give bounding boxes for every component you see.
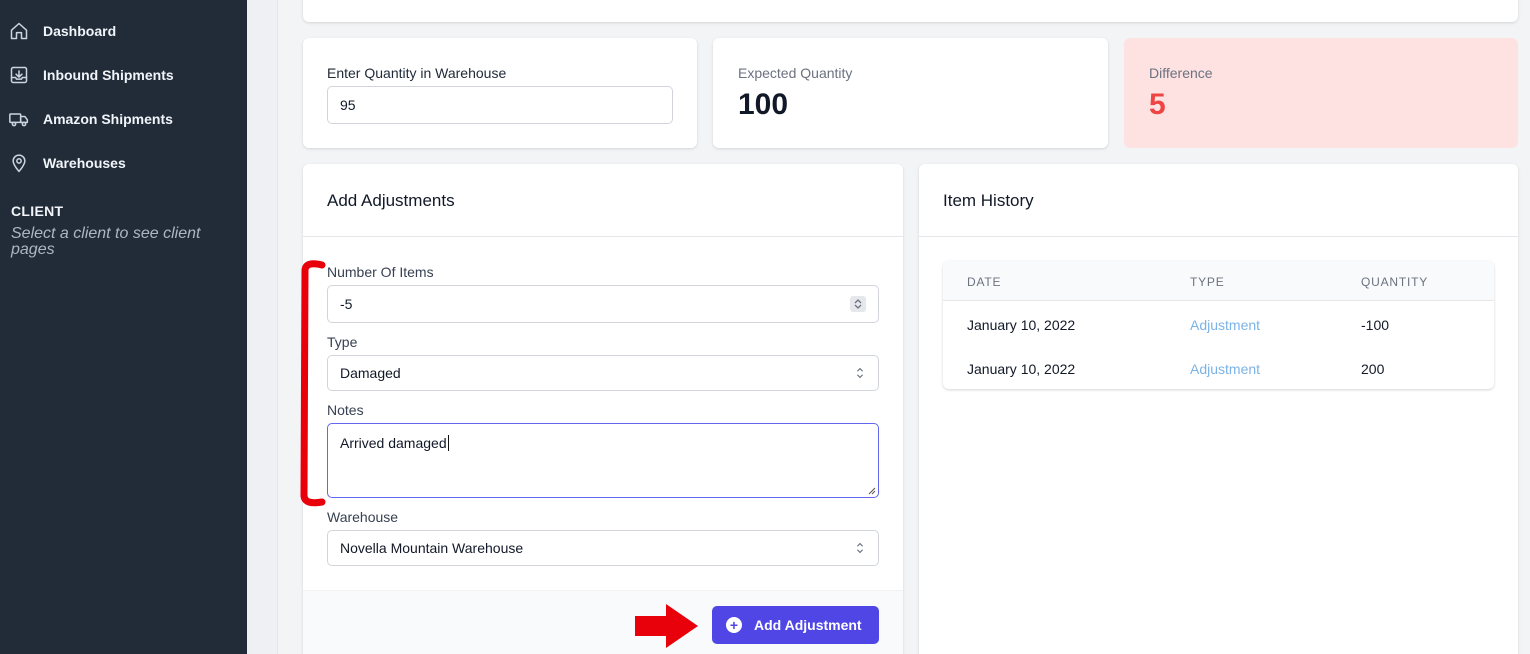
quantity-input[interactable] xyxy=(327,86,673,124)
sidebar-item-inbound-shipments[interactable]: Inbound Shipments xyxy=(0,55,247,95)
row-date: January 10, 2022 xyxy=(967,361,1076,377)
card-divider xyxy=(919,236,1518,237)
expected-quantity-card: Expected Quantity 100 xyxy=(713,38,1108,148)
difference-value: 5 xyxy=(1149,88,1166,121)
text-caret xyxy=(447,435,449,451)
warehouse-value: Novella Mountain Warehouse xyxy=(340,540,524,556)
sidebar: Dashboard Inbound Shipments Amazon Shipm… xyxy=(0,0,247,654)
gutter-divider xyxy=(277,0,278,654)
sidebar-item-label: Amazon Shipments xyxy=(43,111,173,127)
column-header-date: DATE xyxy=(967,275,1002,289)
column-header-type: TYPE xyxy=(1190,275,1225,289)
content-gutter xyxy=(247,0,278,654)
sidebar-item-label: Inbound Shipments xyxy=(43,67,174,83)
row-type-link[interactable]: Adjustment xyxy=(1190,317,1260,333)
sidebar-item-dashboard[interactable]: Dashboard xyxy=(0,11,247,51)
map-pin-icon xyxy=(8,152,30,174)
item-history-title: Item History xyxy=(943,191,1034,210)
type-select[interactable]: Damaged xyxy=(327,355,879,391)
number-of-items-input[interactable]: -5 xyxy=(327,285,879,323)
expected-quantity-label: Expected Quantity xyxy=(738,65,853,81)
warehouse-select[interactable]: Novella Mountain Warehouse xyxy=(327,530,879,566)
sidebar-item-amazon-shipments[interactable]: Amazon Shipments xyxy=(0,99,247,139)
inbox-download-icon xyxy=(8,64,30,86)
sidebar-item-label: Dashboard xyxy=(43,23,117,39)
item-history-card: Item History DATE TYPE QUANTITY January … xyxy=(919,164,1518,654)
chevron-up-down-icon xyxy=(856,542,864,554)
row-type-link[interactable]: Adjustment xyxy=(1190,361,1260,377)
add-adjustments-title: Add Adjustments xyxy=(327,191,455,210)
notes-value: Arrived damaged xyxy=(340,435,447,451)
client-section-title: CLIENT xyxy=(11,203,64,219)
type-label: Type xyxy=(327,334,358,350)
number-stepper[interactable] xyxy=(850,296,866,312)
sidebar-item-warehouses[interactable]: Warehouses xyxy=(0,143,247,183)
table-header: DATE TYPE QUANTITY xyxy=(943,261,1494,301)
card-divider xyxy=(303,236,903,237)
chevron-up-down-icon xyxy=(856,367,864,379)
sidebar-item-label: Warehouses xyxy=(43,155,126,171)
truck-icon xyxy=(8,108,30,130)
quantity-card: Enter Quantity in Warehouse xyxy=(303,38,697,148)
top-card xyxy=(303,0,1518,22)
difference-card: Difference 5 xyxy=(1124,38,1518,148)
number-of-items-label: Number Of Items xyxy=(327,264,434,280)
row-quantity: 200 xyxy=(1361,361,1385,377)
quantity-label: Enter Quantity in Warehouse xyxy=(327,65,507,81)
number-of-items-value: -5 xyxy=(340,296,353,312)
difference-label: Difference xyxy=(1149,65,1213,81)
stepper-arrows-icon xyxy=(854,299,862,309)
add-adjustment-button[interactable]: + Add Adjustment xyxy=(712,606,879,644)
row-quantity: -100 xyxy=(1361,317,1390,333)
add-adjustments-card: Add Adjustments Number Of Items -5 Type … xyxy=(303,164,903,654)
history-table: DATE TYPE QUANTITY January 10, 2022 Adju… xyxy=(943,261,1494,389)
column-header-quantity: QUANTITY xyxy=(1361,275,1429,289)
row-date: January 10, 2022 xyxy=(967,317,1076,333)
warehouse-label: Warehouse xyxy=(327,509,399,525)
add-adjustment-label: Add Adjustment xyxy=(754,617,862,633)
client-hint: Select a client to see client pages xyxy=(11,225,201,258)
notes-label: Notes xyxy=(327,402,364,418)
notes-textarea[interactable]: Arrived damaged xyxy=(327,423,879,498)
home-icon xyxy=(8,20,30,42)
resize-handle-icon[interactable] xyxy=(866,485,876,495)
expected-quantity-value: 100 xyxy=(738,88,789,121)
type-value: Damaged xyxy=(340,365,401,381)
plus-circle-icon: + xyxy=(726,617,742,633)
